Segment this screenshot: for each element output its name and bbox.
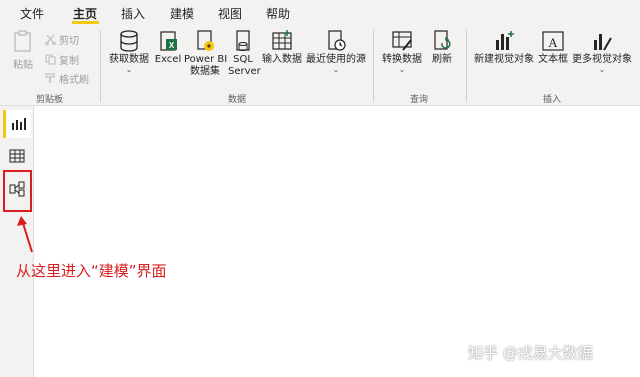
- excel-label: Excel: [154, 54, 182, 65]
- text-box-icon: A: [542, 31, 564, 51]
- data-group-label: 数据: [228, 95, 247, 105]
- chevron-down-icon: ⌄: [125, 65, 133, 74]
- menu-home[interactable]: 主页: [73, 5, 97, 22]
- svg-text:X: X: [169, 41, 175, 50]
- copy-label: 复制: [59, 56, 79, 67]
- svg-text:A: A: [548, 35, 558, 50]
- insert-group-label: 插入: [543, 95, 562, 105]
- menu-view[interactable]: 视图: [218, 5, 242, 22]
- paste-icon: [14, 30, 31, 52]
- sql-server-icon: [236, 30, 250, 51]
- refresh-button[interactable]: 刷新: [428, 28, 456, 66]
- excel-icon: X: [160, 31, 177, 51]
- scissors-icon: [45, 34, 56, 45]
- excel-button[interactable]: X Excel: [154, 28, 182, 66]
- recent-sources-button[interactable]: 最近使用的源 ⌄: [305, 28, 367, 74]
- text-box-button[interactable]: A 文本框: [537, 28, 569, 66]
- refresh-icon: [434, 30, 451, 50]
- transform-icon: [392, 31, 412, 51]
- model-view-highlight: [3, 170, 32, 212]
- ribbon: 粘贴 剪切 复制 格式刷 剪贴板 获取数据 ⌄ X Excel Power BI…: [0, 26, 640, 106]
- active-tab-indicator: [72, 21, 99, 24]
- paste-label: 粘贴: [13, 60, 33, 71]
- sql-server-button[interactable]: SQL Server: [228, 28, 261, 78]
- copy-icon: [45, 54, 56, 65]
- more-visuals-button[interactable]: 更多视觉对象 ⌄: [570, 28, 634, 74]
- new-visual-label: 新建视觉对象: [474, 54, 534, 65]
- format-painter-label: 格式刷: [59, 75, 89, 86]
- sql-label-line1: SQL: [233, 54, 253, 65]
- sql-label-line2: Server: [228, 66, 261, 77]
- annotation-text: 从这里进入“建模”界面: [16, 262, 167, 280]
- menu-insert[interactable]: 插入: [121, 5, 145, 22]
- enter-data-label: 输入数据: [262, 54, 302, 65]
- powerbi-dataset-button[interactable]: Power BI 数据集: [184, 28, 228, 78]
- dataset-icon: [197, 30, 214, 51]
- database-icon: [120, 30, 138, 52]
- data-view-button[interactable]: [3, 142, 31, 170]
- arrow-icon: [17, 216, 33, 253]
- menu-bar: 文件 主页 插入 建模 视图 帮助: [0, 0, 640, 26]
- get-data-button[interactable]: 获取数据 ⌄: [106, 28, 152, 74]
- query-group-label: 查询: [410, 95, 429, 105]
- group-divider: [466, 30, 467, 102]
- group-divider: [373, 30, 374, 102]
- recent-sources-icon: [328, 30, 346, 51]
- report-view-button[interactable]: [3, 110, 31, 138]
- cut-label: 剪切: [59, 36, 79, 47]
- menu-modeling[interactable]: 建模: [170, 5, 194, 22]
- new-visual-button[interactable]: 新建视觉对象: [472, 28, 536, 66]
- chevron-down-icon: ⌄: [398, 65, 406, 74]
- more-visuals-icon: [594, 34, 612, 51]
- transform-data-button[interactable]: 转换数据 ⌄: [380, 28, 424, 74]
- bar-chart-icon: [496, 31, 514, 50]
- menu-file[interactable]: 文件: [20, 5, 44, 22]
- cut-button[interactable]: 剪切: [45, 32, 79, 47]
- copy-button[interactable]: 复制: [45, 52, 79, 67]
- paste-button[interactable]: 粘贴: [8, 28, 38, 72]
- watermark: 知乎 @戎易大数据: [468, 344, 593, 362]
- enter-data-button[interactable]: 输入数据: [260, 28, 304, 66]
- table-icon: [9, 149, 25, 163]
- text-box-label: 文本框: [538, 54, 568, 65]
- chevron-down-icon: ⌄: [598, 65, 606, 74]
- group-divider: [100, 30, 101, 102]
- menu-help[interactable]: 帮助: [266, 5, 290, 22]
- report-view-icon: [11, 118, 26, 130]
- format-painter-button[interactable]: 格式刷: [45, 71, 89, 86]
- chevron-down-icon: ⌄: [332, 65, 340, 74]
- paintbrush-icon: [45, 73, 55, 83]
- table-grid-icon: [272, 30, 292, 50]
- powerbi-label-line1: Power BI: [184, 54, 228, 65]
- clipboard-group-label: 剪贴板: [36, 95, 64, 105]
- refresh-label: 刷新: [432, 54, 452, 65]
- powerbi-label-line2: 数据集: [190, 66, 220, 77]
